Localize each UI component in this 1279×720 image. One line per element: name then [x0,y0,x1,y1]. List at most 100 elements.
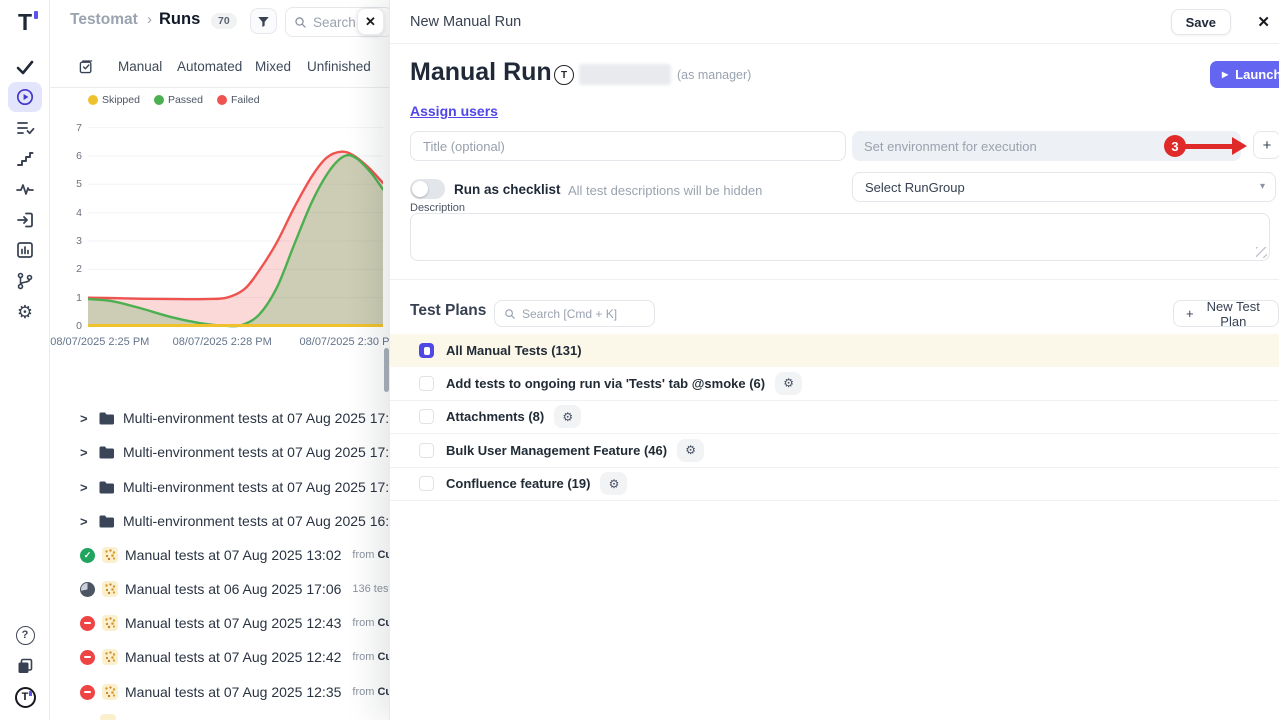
assign-users-link[interactable]: Assign users [410,103,498,119]
owner-role-label: (as manager) [677,68,751,82]
tab-unfinished[interactable]: Unfinished [307,59,371,74]
tab-manual[interactable]: Manual [118,59,162,74]
run-row[interactable]: ✓ Manual tests at 07 Aug 2025 13:02 from… [80,544,418,566]
brand-avatar-icon: T [15,687,36,708]
logo-icon: T [18,11,32,34]
checkbox-unchecked[interactable] [419,443,434,458]
chevron-right-icon[interactable]: > [80,514,90,529]
pages-icon [15,656,35,676]
rungroup-select[interactable]: Select RunGroup ▾ [852,172,1276,202]
legend-item[interactable]: Failed [217,94,260,106]
nav-tests[interactable] [0,57,50,77]
plan-settings-button[interactable]: ⚙ [677,439,704,462]
checkbox-unchecked[interactable] [419,376,434,391]
test-plan-label: Attachments (8) [446,409,544,424]
resize-grip-icon[interactable] [1256,247,1267,258]
checkbox-unchecked[interactable] [419,409,434,424]
folder-icon [98,514,115,529]
nav-settings[interactable]: ⚙ [0,302,50,322]
legend-label: Passed [168,94,203,106]
page-title: Manual Run [410,58,552,87]
stairs-icon [15,149,35,169]
panel-header: New Manual Run Save ✕ [390,0,1279,44]
projects-button[interactable] [0,656,50,676]
test-plan-row[interactable]: Add tests to ongoing run via 'Tests' tab… [390,367,1279,401]
run-label: Manual tests at 07 Aug 2025 12:42 [125,649,341,665]
search-icon [504,308,516,320]
gear-icon: ⚙ [685,443,696,457]
run-label: Manual tests at 06 Aug 2025 17:06 [125,581,341,597]
gear-icon: ⚙ [562,410,573,424]
test-plans-search-input[interactable] [522,307,637,321]
chevron-right-icon[interactable]: > [80,411,90,426]
plan-settings-button[interactable]: ⚙ [775,372,802,395]
status-failed-icon [80,685,95,700]
plan-settings-button[interactable]: ⚙ [554,405,581,428]
checklist-hint: All test descriptions will be hidden [568,183,762,198]
manual-run-icon [100,714,116,720]
run-as-checklist-toggle[interactable] [410,179,445,199]
account-button[interactable]: T [0,686,50,708]
owner-name-redacted [579,64,671,85]
x-axis-tick: 08/07/2025 2:30 PM [300,336,399,348]
legend-dot [217,95,227,105]
nav-analytics[interactable] [0,240,50,260]
filter-button[interactable] [250,8,277,34]
run-folder-row[interactable]: > Multi-environment tests at 07 Aug 2025… [80,510,405,532]
test-plan-row-selected[interactable]: All Manual Tests (131) [390,334,1279,367]
test-plan-row[interactable]: Attachments (8) ⚙ [390,401,1279,435]
legend-dot [88,95,98,105]
run-folder-row[interactable]: > Multi-environment tests at 07 Aug 2025… [80,476,405,498]
help-button[interactable]: ? [0,625,50,645]
legend-item[interactable]: Passed [154,94,203,106]
run-row[interactable]: Manual tests at 07 Aug 2025 12:42 from C… [80,646,418,668]
launch-button[interactable]: ▶ Launch [1210,61,1279,88]
gear-icon: ⚙ [609,477,620,491]
plan-settings-button[interactable]: ⚙ [600,472,627,495]
run-folder-row[interactable]: > Multi-environment tests at 07 Aug 2025… [80,407,405,429]
nav-branches[interactable] [0,271,50,291]
description-textarea[interactable] [410,213,1270,261]
nav-plans[interactable] [0,118,50,138]
close-icon[interactable]: ✕ [1257,13,1270,31]
nav-runs[interactable] [0,87,50,107]
run-title-input[interactable] [410,131,846,161]
run-row[interactable]: Manual tests at 06 Aug 2025 17:06 136 te… [80,578,397,600]
checkbox-checked[interactable] [419,343,434,358]
test-plan-row[interactable]: Confluence feature (19) ⚙ [390,468,1279,502]
select-runs-icon[interactable] [78,59,94,80]
checkbox-unchecked[interactable] [419,476,434,491]
folder-icon [98,445,115,460]
tabs-divider [50,87,390,88]
legend-label: Skipped [102,94,140,106]
test-plan-row[interactable]: Bulk User Management Feature (46) ⚙ [390,434,1279,468]
y-axis-tick: 1 [58,292,82,304]
run-row[interactable]: Manual tests at 07 Aug 2025 12:35 from C… [80,681,418,703]
manual-run-icon [102,615,118,631]
save-button[interactable]: Save [1171,9,1231,35]
status-in-progress-icon [80,582,95,597]
tab-automated[interactable]: Automated [177,59,242,74]
panel-edge-close-button[interactable]: ✕ [357,8,384,35]
chevron-right-icon[interactable]: > [80,445,90,460]
y-axis-tick: 0 [58,320,82,332]
tab-mixed[interactable]: Mixed [255,59,291,74]
breadcrumb-root[interactable]: Testomat [70,11,138,29]
run-folder-row[interactable]: > Multi-environment tests at 07 Aug 2025… [80,441,405,463]
nav-import[interactable] [0,210,50,230]
panel-title: New Manual Run [410,14,521,30]
rungroup-selected-value: Select RunGroup [865,180,965,195]
nav-pulse[interactable] [0,179,50,199]
add-environment-button[interactable]: + [1253,131,1279,159]
nav-milestones[interactable] [0,149,50,169]
legend-item[interactable]: Skipped [88,94,140,106]
run-row[interactable]: Manual tests at 07 Aug 2025 12:43 from C… [80,612,418,634]
y-axis-tick: 2 [58,263,82,275]
checklist-label: Run as checklist [454,182,561,197]
chevron-right-icon[interactable]: > [80,480,90,495]
help-icon: ? [16,626,35,645]
activity-pulse-icon [15,179,35,199]
new-test-plan-button[interactable]: + New Test Plan [1173,300,1279,327]
app-logo[interactable]: T [0,9,50,35]
y-axis-tick: 7 [58,122,82,134]
